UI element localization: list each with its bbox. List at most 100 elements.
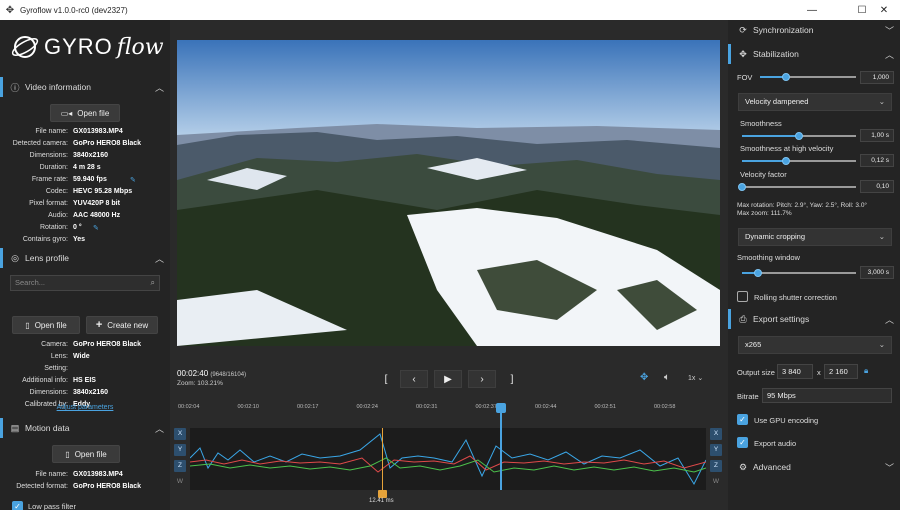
gyro-timeline[interactable] [189, 428, 707, 490]
output-height-input[interactable]: 2 160 [824, 364, 858, 379]
volume-icon[interactable]: 🔈︎ [664, 372, 670, 383]
next-frame-button[interactable]: › [468, 370, 496, 388]
adjust-parameters-link[interactable]: Adjust parameters [0, 404, 170, 411]
section-export-settings[interactable]: ⎙ Export settings ︿ [728, 309, 900, 329]
current-time: 00:02:40 [177, 369, 209, 378]
bitrate-input[interactable]: 95 Mbps [762, 388, 892, 403]
section-title: Motion data [25, 423, 70, 433]
smoothing-window-value[interactable]: 3,000 s [860, 266, 894, 279]
section-video-information[interactable]: ⓘ Video information ︿ [0, 77, 170, 97]
chevron-left-icon: ‹ [412, 373, 416, 385]
info-key: Audio: [48, 212, 68, 219]
sync-marker-line [382, 428, 383, 490]
axis-z-toggle-left[interactable]: Z [174, 460, 186, 472]
fov-value[interactable]: 1,000 [860, 71, 894, 84]
info-value: GoPro HERO8 Black [73, 483, 142, 490]
smoothing-method-select[interactable]: Velocity dampened ⌄ [738, 93, 892, 111]
info-key: Additional info: [22, 377, 68, 384]
logo-text-script: flow [116, 34, 164, 60]
slider-handle[interactable] [781, 73, 790, 81]
slider-handle[interactable] [795, 132, 803, 140]
play-button[interactable]: ▶ [434, 370, 462, 388]
sync-icon: ⟳ [739, 24, 747, 35]
section-lens-profile[interactable]: ◎ Lens profile ︿ [0, 248, 170, 268]
info-row: Dimensions: 3840x2160 [0, 389, 170, 400]
info-value: 0 ° [73, 224, 82, 231]
axis-y-toggle-left[interactable]: Y [174, 444, 186, 456]
axis-w-toggle-right[interactable]: W [710, 476, 722, 488]
rolling-shutter-checkbox[interactable]: ✓ [737, 291, 748, 302]
slider-handle[interactable] [753, 269, 762, 277]
section-synchronization[interactable]: ⟳ Synchronization ﹀ [728, 20, 900, 40]
motion-open-file-button[interactable]: ▯ Open file [52, 445, 120, 463]
chevron-down-icon: ⌄ [878, 340, 885, 349]
info-value: HEVC 95.28 Mbps [73, 188, 133, 195]
chevron-up-icon: ︿ [154, 83, 164, 93]
info-key: Rotation: [39, 224, 68, 231]
axis-y-toggle-right[interactable]: Y [710, 444, 722, 456]
lens-search-input[interactable]: Search... ⌕ [10, 275, 160, 291]
info-value: GX013983.MP4 [73, 128, 123, 135]
video-icon: ▭◂ [60, 108, 73, 118]
axis-w-toggle-left[interactable]: W [174, 476, 186, 488]
set-trim-start-button[interactable]: [ [372, 370, 400, 388]
output-size-label: Output size [737, 368, 775, 377]
stabilization-toggle-icon[interactable]: ✥ [640, 372, 648, 383]
sync-marker-handle[interactable] [378, 490, 387, 498]
video-preview[interactable] [177, 40, 720, 346]
info-key: File name: [35, 128, 68, 135]
cropping-mode-select[interactable]: Dynamic cropping ⌄ [738, 228, 892, 246]
axis-x-toggle-left[interactable]: X [174, 428, 186, 440]
logo-text: GYRO [44, 34, 113, 59]
export-codec-select[interactable]: x265 ⌄ [738, 336, 892, 354]
slider-track-rest [799, 135, 856, 137]
lens-open-file-button[interactable]: ▯ Open file [12, 316, 80, 334]
axis-z-toggle-right[interactable]: Z [710, 460, 722, 472]
playhead-handle[interactable] [495, 403, 506, 413]
chevron-up-icon: ︿ [154, 424, 164, 434]
section-motion-data[interactable]: ▤ Motion data ︿ [0, 418, 170, 438]
slider-handle[interactable] [738, 183, 746, 191]
info-row: Setting: [0, 365, 170, 376]
timeline-tick-label: 00:02:04 [178, 404, 200, 410]
playhead[interactable] [499, 406, 502, 490]
edit-icon[interactable]: ✎ [130, 176, 136, 184]
info-row: Rotation: 0 ° ✎ [0, 224, 170, 235]
section-title: Advanced [753, 462, 791, 472]
timeline-tick-label: 00:02:51 [594, 404, 616, 410]
info-value: Wide [73, 353, 90, 360]
close-button[interactable]: ✕ [868, 0, 900, 20]
section-stabilization[interactable]: ✥ Stabilization ︿ [728, 44, 900, 64]
info-row: File name: GX013983.MP4 [0, 471, 170, 482]
lens-create-new-button[interactable]: + Create new [86, 316, 158, 334]
playback-speed-select[interactable]: 1x ⌄ [688, 374, 703, 382]
smoothness-value[interactable]: 1,00 s [860, 129, 894, 142]
edit-icon[interactable]: ✎ [93, 224, 99, 232]
app-icon: ✥ [5, 4, 15, 16]
section-advanced[interactable]: ⚙ Advanced ﹀ [728, 457, 900, 477]
open-video-button[interactable]: ▭◂ Open file [50, 104, 120, 122]
velocity-factor-value[interactable]: 0,10 [860, 180, 894, 193]
gpu-encoding-checkbox[interactable]: ✓ [737, 414, 748, 425]
low-pass-filter-checkbox[interactable]: ✓ [12, 501, 23, 510]
set-trim-end-button[interactable]: ] [498, 370, 526, 388]
sync-marker-label: 12.41 ms [369, 498, 394, 504]
chevron-up-icon: ︿ [154, 254, 164, 264]
gyroflow-logo-icon [11, 36, 39, 58]
axis-x-toggle-right[interactable]: X [710, 428, 722, 440]
slider-handle[interactable] [782, 157, 791, 165]
max-zoom-text: Max zoom: 111.7% [737, 210, 792, 217]
section-title: Video information [25, 82, 91, 92]
info-row: Lens: Wide [0, 353, 170, 364]
smoothness-high-value[interactable]: 0,12 s [860, 154, 894, 167]
file-icon: ▯ [25, 320, 30, 330]
output-width-input[interactable]: 3 840 [777, 364, 813, 379]
export-audio-checkbox[interactable]: ✓ [737, 437, 748, 448]
play-icon: ▶ [444, 373, 452, 385]
prev-frame-button[interactable]: ‹ [400, 370, 428, 388]
minimize-button[interactable]: — [796, 0, 828, 20]
info-value: GoPro HERO8 Black [73, 341, 142, 348]
lock-icon[interactable]: 🔒︎ [864, 366, 868, 376]
info-value: AAC 48000 Hz [73, 212, 121, 219]
bitrate-label: Bitrate [737, 392, 759, 401]
